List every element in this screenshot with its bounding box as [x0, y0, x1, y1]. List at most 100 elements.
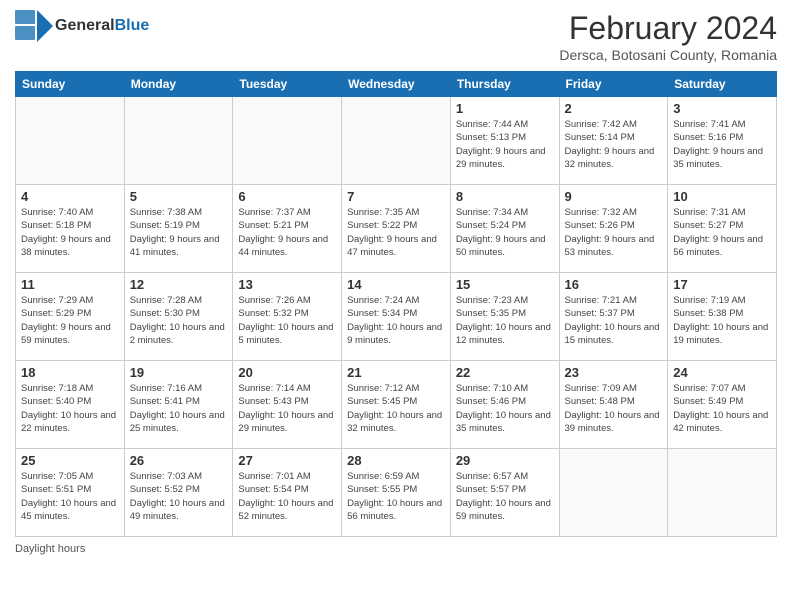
calendar-cell: 7 Sunrise: 7:35 AM Sunset: 5:22 PM Daylig… [342, 185, 451, 273]
logo-blue: Blue [115, 17, 150, 34]
day-info: Sunrise: 7:19 AM Sunset: 5:38 PM Dayligh… [673, 294, 771, 347]
day-info: Sunrise: 7:07 AM Sunset: 5:49 PM Dayligh… [673, 382, 771, 435]
location: Dersca, Botosani County, Romania [559, 47, 777, 63]
header-thursday: Thursday [450, 72, 559, 97]
calendar-cell: 29 Sunrise: 6:57 AM Sunset: 5:57 PM Dayli… [450, 449, 559, 537]
calendar-week-3: 11 Sunrise: 7:29 AM Sunset: 5:29 PM Dayli… [16, 273, 777, 361]
calendar-cell [16, 97, 125, 185]
day-info: Sunrise: 6:59 AM Sunset: 5:55 PM Dayligh… [347, 470, 445, 523]
day-number: 3 [673, 101, 771, 116]
calendar-cell: 28 Sunrise: 6:59 AM Sunset: 5:55 PM Dayli… [342, 449, 451, 537]
calendar-cell: 27 Sunrise: 7:01 AM Sunset: 5:54 PM Dayli… [233, 449, 342, 537]
calendar-cell: 16 Sunrise: 7:21 AM Sunset: 5:37 PM Dayli… [559, 273, 668, 361]
calendar-cell: 23 Sunrise: 7:09 AM Sunset: 5:48 PM Dayli… [559, 361, 668, 449]
day-info: Sunrise: 7:12 AM Sunset: 5:45 PM Dayligh… [347, 382, 445, 435]
day-number: 9 [565, 189, 663, 204]
calendar-cell: 6 Sunrise: 7:37 AM Sunset: 5:21 PM Daylig… [233, 185, 342, 273]
calendar-cell: 13Sunrise: 7:26 AM Sunset: 5:32 PM Dayli… [233, 273, 342, 361]
day-info: Sunrise: 7:42 AM Sunset: 5:14 PM Dayligh… [565, 118, 663, 171]
calendar-cell: 1 Sunrise: 7:44 AM Sunset: 5:13 PM Daylig… [450, 97, 559, 185]
day-number: 23 [565, 365, 663, 380]
day-number: 25 [21, 453, 119, 468]
day-info: Sunrise: 7:41 AM Sunset: 5:16 PM Dayligh… [673, 118, 771, 171]
calendar-cell: 25 Sunrise: 7:05 AM Sunset: 5:51 PM Dayli… [16, 449, 125, 537]
day-number: 16 [565, 277, 663, 292]
day-number: 7 [347, 189, 445, 204]
day-number: 22 [456, 365, 554, 380]
day-number: 19 [130, 365, 228, 380]
calendar-cell: 17 Sunrise: 7:19 AM Sunset: 5:38 PM Dayli… [668, 273, 777, 361]
day-number: 27 [238, 453, 336, 468]
day-number: 29 [456, 453, 554, 468]
calendar-cell: 21 Sunrise: 7:12 AM Sunset: 5:45 PM Dayli… [342, 361, 451, 449]
calendar-week-5: 25 Sunrise: 7:05 AM Sunset: 5:51 PM Dayli… [16, 449, 777, 537]
day-info: Sunrise: 7:38 AM Sunset: 5:19 PM Dayligh… [130, 206, 228, 259]
calendar-cell: 11 Sunrise: 7:29 AM Sunset: 5:29 PM Dayli… [16, 273, 125, 361]
day-info: Sunrise: 7:37 AM Sunset: 5:21 PM Dayligh… [238, 206, 336, 259]
logo: GeneralBlue [15, 10, 149, 42]
day-info: Sunrise: 7:05 AM Sunset: 5:51 PM Dayligh… [21, 470, 119, 523]
day-info: Sunrise: 7:44 AM Sunset: 5:13 PM Dayligh… [456, 118, 554, 171]
day-info: Sunrise: 7:03 AM Sunset: 5:52 PM Dayligh… [130, 470, 228, 523]
day-info: Sunrise: 7:32 AM Sunset: 5:26 PM Dayligh… [565, 206, 663, 259]
calendar-cell: 2Sunrise: 7:42 AM Sunset: 5:14 PM Daylig… [559, 97, 668, 185]
logo-general: General [55, 17, 115, 34]
day-number: 10 [673, 189, 771, 204]
day-number: 8 [456, 189, 554, 204]
header-monday: Monday [124, 72, 233, 97]
calendar-cell [342, 97, 451, 185]
day-number: 24 [673, 365, 771, 380]
day-info: Sunrise: 7:18 AM Sunset: 5:40 PM Dayligh… [21, 382, 119, 435]
day-number: 12 [130, 277, 228, 292]
calendar-cell: 14Sunrise: 7:24 AM Sunset: 5:34 PM Dayli… [342, 273, 451, 361]
calendar-week-1: 1 Sunrise: 7:44 AM Sunset: 5:13 PM Daylig… [16, 97, 777, 185]
calendar-table: Sunday Monday Tuesday Wednesday Thursday… [15, 71, 777, 537]
calendar-cell: 10 Sunrise: 7:31 AM Sunset: 5:27 PM Dayli… [668, 185, 777, 273]
calendar-cell: 20Sunrise: 7:14 AM Sunset: 5:43 PM Dayli… [233, 361, 342, 449]
day-number: 11 [21, 277, 119, 292]
day-info: Sunrise: 7:29 AM Sunset: 5:29 PM Dayligh… [21, 294, 119, 347]
calendar-cell: 5 Sunrise: 7:38 AM Sunset: 5:19 PM Daylig… [124, 185, 233, 273]
day-number: 18 [21, 365, 119, 380]
day-info: Sunrise: 7:09 AM Sunset: 5:48 PM Dayligh… [565, 382, 663, 435]
day-number: 20 [238, 365, 336, 380]
day-number: 5 [130, 189, 228, 204]
calendar-cell [124, 97, 233, 185]
day-info: Sunrise: 7:10 AM Sunset: 5:46 PM Dayligh… [456, 382, 554, 435]
day-info: Sunrise: 7:28 AM Sunset: 5:30 PM Dayligh… [130, 294, 228, 347]
daylight-label: Daylight hours [15, 543, 85, 555]
day-number: 28 [347, 453, 445, 468]
calendar-cell: 15Sunrise: 7:23 AM Sunset: 5:35 PM Dayli… [450, 273, 559, 361]
day-number: 6 [238, 189, 336, 204]
month-title: February 2024 [559, 10, 777, 47]
day-info: Sunrise: 7:16 AM Sunset: 5:41 PM Dayligh… [130, 382, 228, 435]
logo-icon [15, 10, 53, 42]
header-tuesday: Tuesday [233, 72, 342, 97]
day-number: 13 [238, 277, 336, 292]
day-number: 15 [456, 277, 554, 292]
header-friday: Friday [559, 72, 668, 97]
day-info: Sunrise: 7:40 AM Sunset: 5:18 PM Dayligh… [21, 206, 119, 259]
day-number: 1 [456, 101, 554, 116]
calendar-cell: 12 Sunrise: 7:28 AM Sunset: 5:30 PM Dayli… [124, 273, 233, 361]
header-sunday: Sunday [16, 72, 125, 97]
calendar-header-row: Sunday Monday Tuesday Wednesday Thursday… [16, 72, 777, 97]
day-info: Sunrise: 7:35 AM Sunset: 5:22 PM Dayligh… [347, 206, 445, 259]
day-info: Sunrise: 6:57 AM Sunset: 5:57 PM Dayligh… [456, 470, 554, 523]
calendar-week-4: 18 Sunrise: 7:18 AM Sunset: 5:40 PM Dayli… [16, 361, 777, 449]
day-info: Sunrise: 7:21 AM Sunset: 5:37 PM Dayligh… [565, 294, 663, 347]
day-number: 17 [673, 277, 771, 292]
page-header: GeneralBlue February 2024 Dersca, Botosa… [15, 10, 777, 63]
day-info: Sunrise: 7:01 AM Sunset: 5:54 PM Dayligh… [238, 470, 336, 523]
day-number: 4 [21, 189, 119, 204]
calendar-cell: 26Sunrise: 7:03 AM Sunset: 5:52 PM Dayli… [124, 449, 233, 537]
header-wednesday: Wednesday [342, 72, 451, 97]
day-number: 21 [347, 365, 445, 380]
calendar-cell: 19 Sunrise: 7:16 AM Sunset: 5:41 PM Dayli… [124, 361, 233, 449]
calendar-week-2: 4 Sunrise: 7:40 AM Sunset: 5:18 PM Daylig… [16, 185, 777, 273]
day-info: Sunrise: 7:31 AM Sunset: 5:27 PM Dayligh… [673, 206, 771, 259]
calendar-cell [559, 449, 668, 537]
calendar-cell: 18 Sunrise: 7:18 AM Sunset: 5:40 PM Dayli… [16, 361, 125, 449]
day-info: Sunrise: 7:24 AM Sunset: 5:34 PM Dayligh… [347, 294, 445, 347]
calendar-cell [233, 97, 342, 185]
